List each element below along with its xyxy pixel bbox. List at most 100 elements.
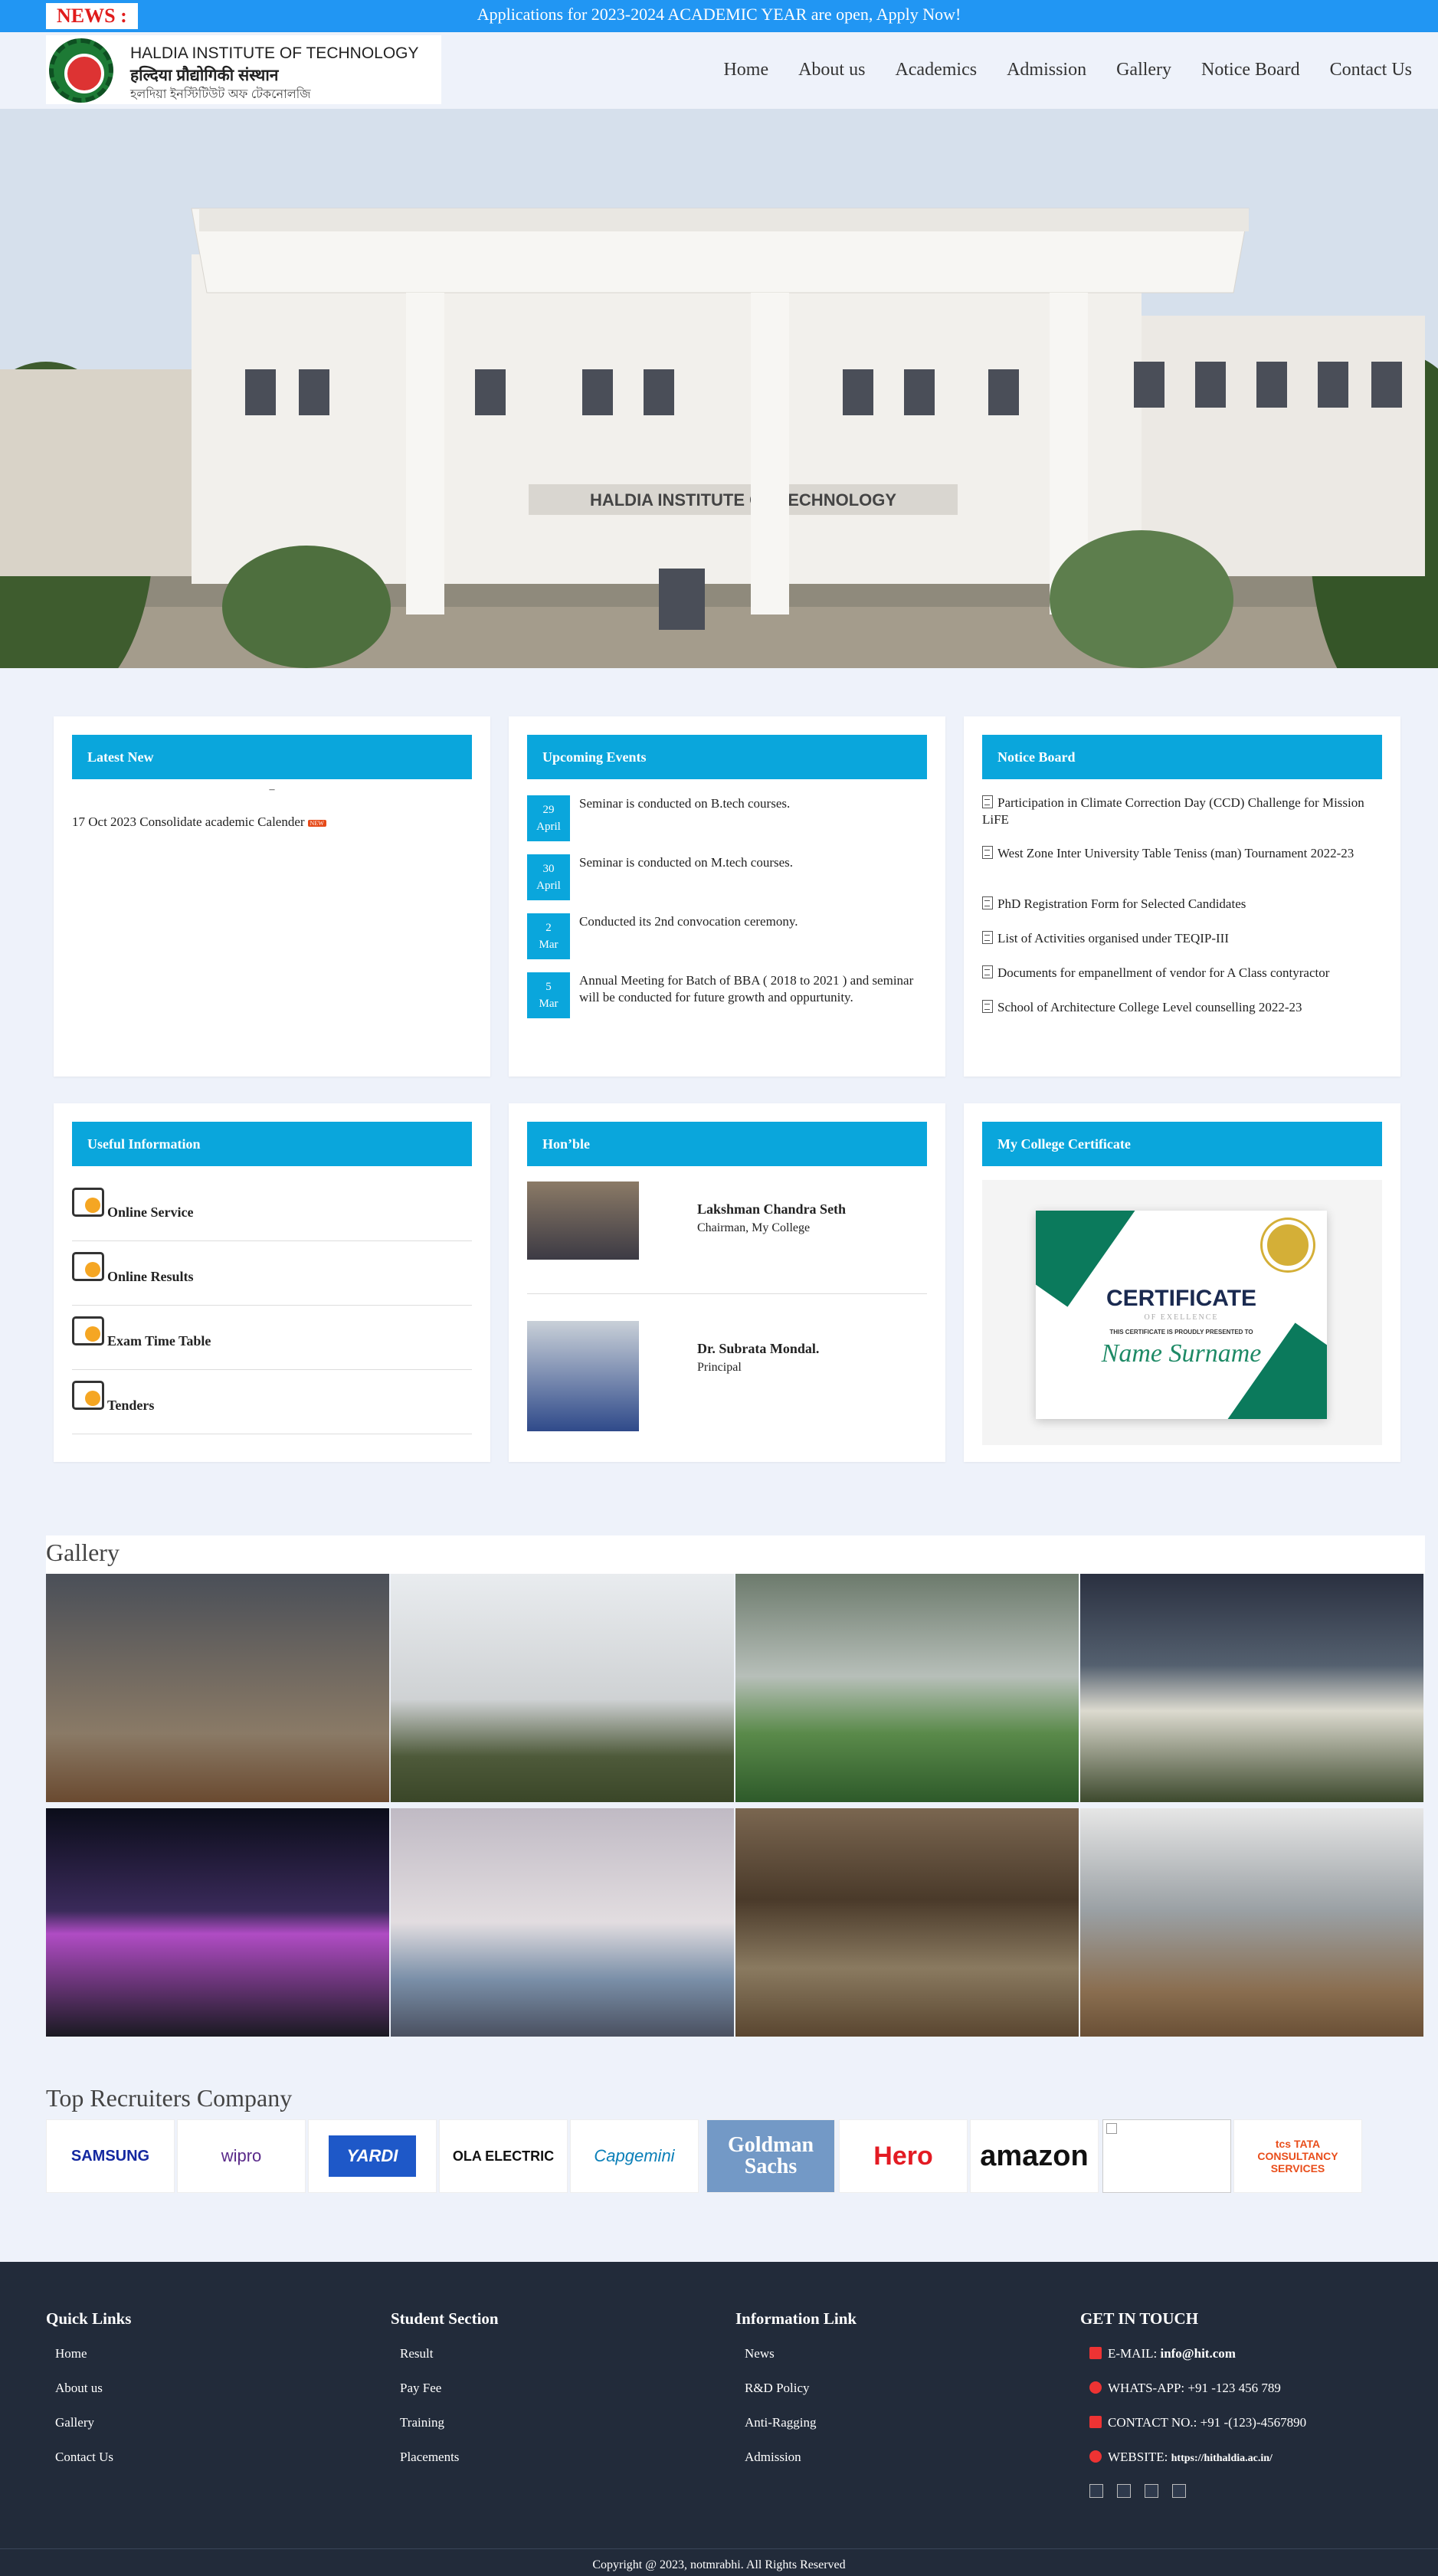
- footer-link-home[interactable]: Home: [55, 2346, 87, 2361]
- recruiter-logo-samsung[interactable]: SAMSUNG: [46, 2119, 175, 2193]
- event-date-badge: 5 Mar: [527, 972, 570, 1018]
- contact-value[interactable]: +91 -(123)-4567890: [1201, 2415, 1306, 2430]
- certificate-graphic: CERTIFICATE OF EXELLENCE THIS CERTIFICAT…: [1036, 1211, 1327, 1419]
- notice-item-text[interactable]: Documents for empanellment of vendor for…: [997, 965, 1329, 980]
- footer-link-contact-us[interactable]: Contact Us: [55, 2450, 113, 2465]
- footer-link-admission[interactable]: Admission: [745, 2450, 801, 2465]
- recruiter-logo-broken-image[interactable]: [1102, 2119, 1231, 2193]
- nav-about-us[interactable]: About us: [798, 60, 865, 80]
- event-item[interactable]: 30 April Seminar is conducted on M.tech c…: [527, 854, 915, 902]
- footer-link-rd-policy[interactable]: R&D Policy: [745, 2381, 810, 2396]
- footer-link-gallery[interactable]: Gallery: [55, 2415, 94, 2430]
- gallery-image[interactable]: [46, 1574, 389, 1802]
- certificate-image[interactable]: CERTIFICATE OF EXELLENCE THIS CERTIFICAT…: [982, 1180, 1382, 1445]
- gallery-image[interactable]: [46, 1808, 389, 2037]
- recruiter-logo-yardi[interactable]: YARDI: [308, 2119, 437, 2193]
- gallery-image[interactable]: [391, 1574, 734, 1802]
- document-icon: [982, 1000, 993, 1013]
- recruiter-logo-wipro[interactable]: wipro: [177, 2119, 306, 2193]
- latest-news-item-text[interactable]: 17 Oct 2023 Consolidate academic Calende…: [72, 814, 305, 829]
- social-icon[interactable]: [1089, 2484, 1103, 2498]
- recruiter-logo-tcs[interactable]: tcs TATA CONSULTANCY SERVICES: [1233, 2119, 1362, 2193]
- social-icon[interactable]: [1117, 2484, 1131, 2498]
- footer-link-pay-fee[interactable]: Pay Fee: [400, 2381, 441, 2396]
- useful-info-item[interactable]: Tenders: [72, 1370, 472, 1434]
- nav-notice-board[interactable]: Notice Board: [1201, 60, 1300, 80]
- recruiter-logo-ola-electric[interactable]: OLA ELECTRIC: [439, 2119, 568, 2193]
- notice-item-text[interactable]: West Zone Inter University Table Teniss …: [997, 846, 1354, 860]
- event-item[interactable]: 5 Mar Annual Meeting for Batch of BBA ( 2…: [527, 972, 915, 1034]
- gallery-image[interactable]: [735, 1574, 1079, 1802]
- notice-item[interactable]: PhD Registration Form for Selected Candi…: [982, 896, 1382, 913]
- social-icon[interactable]: [1172, 2484, 1186, 2498]
- whatsapp-value[interactable]: +91 -123 456 789: [1187, 2381, 1281, 2395]
- notice-item[interactable]: School of Architecture College Level cou…: [982, 999, 1382, 1016]
- event-day: 30: [542, 863, 555, 875]
- nav-home[interactable]: Home: [723, 60, 768, 80]
- useful-info-label[interactable]: Tenders: [107, 1398, 154, 1414]
- nav-contact-us[interactable]: Contact Us: [1330, 60, 1412, 80]
- divider: [527, 1293, 927, 1294]
- contact-email[interactable]: E-MAIL: info@hit.com: [1089, 2346, 1236, 2361]
- contact-website[interactable]: WEBSITE: https://hithaldia.ac.in/: [1089, 2450, 1273, 2465]
- recruiter-logo-amazon[interactable]: amazon: [970, 2119, 1099, 2193]
- upcoming-events-card: Upcoming Events 29 April Seminar is condu…: [509, 716, 945, 1077]
- useful-info-label[interactable]: Exam Time Table: [107, 1333, 211, 1349]
- gallery-image[interactable]: [391, 1808, 734, 2037]
- notice-item-text[interactable]: Participation in Climate Correction Day …: [982, 795, 1364, 827]
- notice-item-text[interactable]: PhD Registration Form for Selected Candi…: [997, 896, 1246, 911]
- footer-link-news[interactable]: News: [745, 2346, 775, 2361]
- gallery-image[interactable]: [1080, 1574, 1423, 1802]
- site-logo[interactable]: HALDIA INSTITUTE OF TECHNOLOGY हल्दिया प…: [46, 35, 441, 104]
- event-item[interactable]: 2 Mar Conducted its 2nd convocation cerem…: [527, 913, 915, 961]
- online-results-icon: [72, 1252, 104, 1281]
- page: Applications for 2023-2024 ACADEMIC YEAR…: [0, 0, 1438, 2576]
- principal-photo: [527, 1321, 639, 1431]
- website-value[interactable]: https://hithaldia.ac.in/: [1171, 2453, 1273, 2464]
- recruiter-logo-hero[interactable]: Hero: [839, 2119, 968, 2193]
- useful-info-label[interactable]: Online Service: [107, 1204, 193, 1221]
- latest-news-header: Latest New: [72, 735, 472, 779]
- contact-whatsapp[interactable]: WHATS-APP: +91 -123 456 789: [1089, 2381, 1281, 2396]
- gallery-image[interactable]: [735, 1808, 1079, 2037]
- footer-link-result[interactable]: Result: [400, 2346, 433, 2361]
- nav-academics[interactable]: Academics: [895, 60, 977, 80]
- footer-link-training[interactable]: Training: [400, 2415, 444, 2430]
- footer-link-placements[interactable]: Placements: [400, 2450, 459, 2465]
- email-value[interactable]: info@hit.com: [1160, 2346, 1235, 2361]
- notice-item[interactable]: West Zone Inter University Table Teniss …: [982, 845, 1382, 862]
- latest-news-item[interactable]: 17 Oct 2023 Consolidate academic Calende…: [72, 814, 326, 830]
- footer-link-anti-ragging[interactable]: Anti-Ragging: [745, 2415, 817, 2430]
- student-section-title: Student Section: [391, 2309, 499, 2328]
- useful-info-item[interactable]: Online Service: [72, 1177, 472, 1241]
- recruiters-title: Top Recruiters Company: [46, 2084, 293, 2112]
- notice-item-text[interactable]: School of Architecture College Level cou…: [997, 1000, 1302, 1014]
- logo-hindi: हल्दिया प्रौद्योगिकी संस्थान: [130, 67, 279, 84]
- recruiter-logo-capgemini[interactable]: Capgemini: [570, 2119, 699, 2193]
- useful-info-label[interactable]: Online Results: [107, 1269, 194, 1285]
- logo-bengali: হলদিয়া ইনস্টিটিউট অফ টেকনোলজি: [130, 88, 311, 101]
- honble-header: Hon’ble: [527, 1122, 927, 1166]
- useful-info-item[interactable]: Exam Time Table: [72, 1306, 472, 1370]
- document-icon: [982, 931, 993, 944]
- contact-phone[interactable]: CONTACT NO.: +91 -(123)-4567890: [1089, 2415, 1306, 2430]
- gallery-image[interactable]: [1080, 1808, 1423, 2037]
- college-emblem-icon: [49, 38, 113, 103]
- notice-item[interactable]: Participation in Climate Correction Day …: [982, 795, 1382, 828]
- honble-card: Hon’ble Lakshman Chandra Seth Chairman, …: [509, 1103, 945, 1462]
- nav-gallery[interactable]: Gallery: [1116, 60, 1171, 80]
- footer-link-about-us[interactable]: About us: [55, 2381, 103, 2396]
- notice-item[interactable]: List of Activities organised under TEQIP…: [982, 930, 1382, 947]
- useful-info-item[interactable]: Online Results: [72, 1241, 472, 1306]
- news-ticker-text[interactable]: Applications for 2023-2024 ACADEMIC YEAR…: [0, 0, 1438, 29]
- nav-admission[interactable]: Admission: [1007, 60, 1086, 80]
- recruiter-name: Hero: [873, 2141, 933, 2171]
- event-text: Annual Meeting for Batch of BBA ( 2018 t…: [579, 973, 914, 1005]
- notice-item-text[interactable]: List of Activities organised under TEQIP…: [997, 931, 1229, 946]
- event-item[interactable]: 29 April Seminar is conducted on B.tech c…: [527, 795, 915, 843]
- email-label: E-MAIL:: [1108, 2346, 1158, 2361]
- recruiter-logo-goldman-sachs[interactable]: Goldman Sachs: [706, 2119, 835, 2193]
- get-in-touch-title: GET IN TOUCH: [1080, 2309, 1199, 2328]
- social-icon[interactable]: [1145, 2484, 1158, 2498]
- notice-item[interactable]: Documents for empanellment of vendor for…: [982, 965, 1382, 982]
